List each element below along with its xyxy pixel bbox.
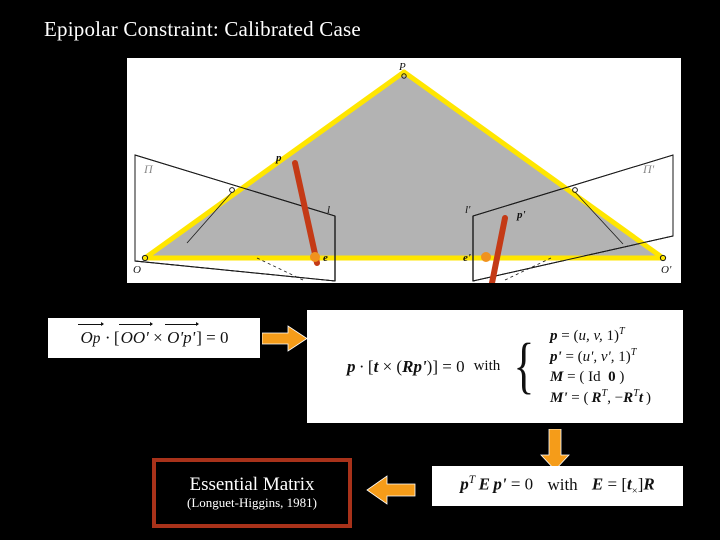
vector-Op: Op xyxy=(78,321,105,348)
label-scene-point: P xyxy=(398,61,406,73)
with-label-1: with xyxy=(473,358,501,374)
left-epipole-dot xyxy=(310,252,320,262)
arrow-down-icon xyxy=(540,428,570,471)
label-left-epipolar-line: l xyxy=(327,204,330,216)
calibrated-epipolar-equation-box: p · [t × (Rp')] = 0 with { p = (u, v, 1)… xyxy=(307,310,683,423)
triple-product-equation: Op · [OO' × O'p'] = 0 xyxy=(78,321,229,348)
label-right-epipole: e' xyxy=(463,252,471,264)
vector-Opprime: O'p' xyxy=(165,321,200,348)
definition-row-pprime: p' = (u', v', 1)T xyxy=(550,347,637,366)
page-title: Epipolar Constraint: Calibrated Case xyxy=(44,17,361,41)
definition-row-p: p = (u, v, 1)T xyxy=(550,326,625,344)
essential-matrix-equation: pT E p' = 0 with E = [t×]R xyxy=(460,473,655,498)
triple-product-equation-box: Op · [OO' × O'p'] = 0 xyxy=(48,318,260,358)
label-left-center: O xyxy=(133,264,141,276)
calibrated-epipolar-lhs: p · [t × (Rp')] = 0 xyxy=(346,357,465,376)
essential-matrix-title: Essential Matrix xyxy=(189,474,315,496)
calibrated-epipolar-definitions: p = (u, v, 1)T p' = (u', v', 1)T M = ( I… xyxy=(550,326,651,407)
right-epipole-dot xyxy=(481,252,491,262)
diagram-svg: P p p' l l' e e' O O' Π Π' xyxy=(133,61,674,283)
essential-matrix-citation: (Longuet-Higgins, 1981) xyxy=(187,495,317,511)
definition-row-M: M = ( Id 0 ) xyxy=(550,368,625,385)
label-left-image-point: p xyxy=(275,152,282,164)
label-right-center: O' xyxy=(661,264,672,276)
label-right-plane: Π' xyxy=(642,162,655,176)
label-right-epipolar-line: l' xyxy=(465,204,471,216)
curly-brace-icon: { xyxy=(513,331,535,400)
essential-matrix-callout: Essential Matrix (Longuet-Higgins, 1981) xyxy=(152,458,352,528)
arrow-right-icon xyxy=(261,325,308,352)
epipolar-geometry-diagram: P p p' l l' e e' O O' Π Π' xyxy=(127,58,681,283)
essential-matrix-equation-box: pT E p' = 0 with E = [t×]R xyxy=(432,466,683,506)
definition-row-Mprime: M' = ( RT, −RTt ) xyxy=(550,387,652,406)
vector-OOprime: OO' xyxy=(118,321,153,348)
label-left-epipole: e xyxy=(323,252,328,264)
with-label-2: with xyxy=(547,474,578,494)
slide-root: Epipolar Constraint: Calibrated Case P p… xyxy=(0,0,720,540)
arrow-left-icon xyxy=(366,475,416,505)
dot-operator: · xyxy=(101,328,114,348)
label-left-plane: Π xyxy=(143,162,154,176)
label-right-image-point: p' xyxy=(516,209,526,221)
